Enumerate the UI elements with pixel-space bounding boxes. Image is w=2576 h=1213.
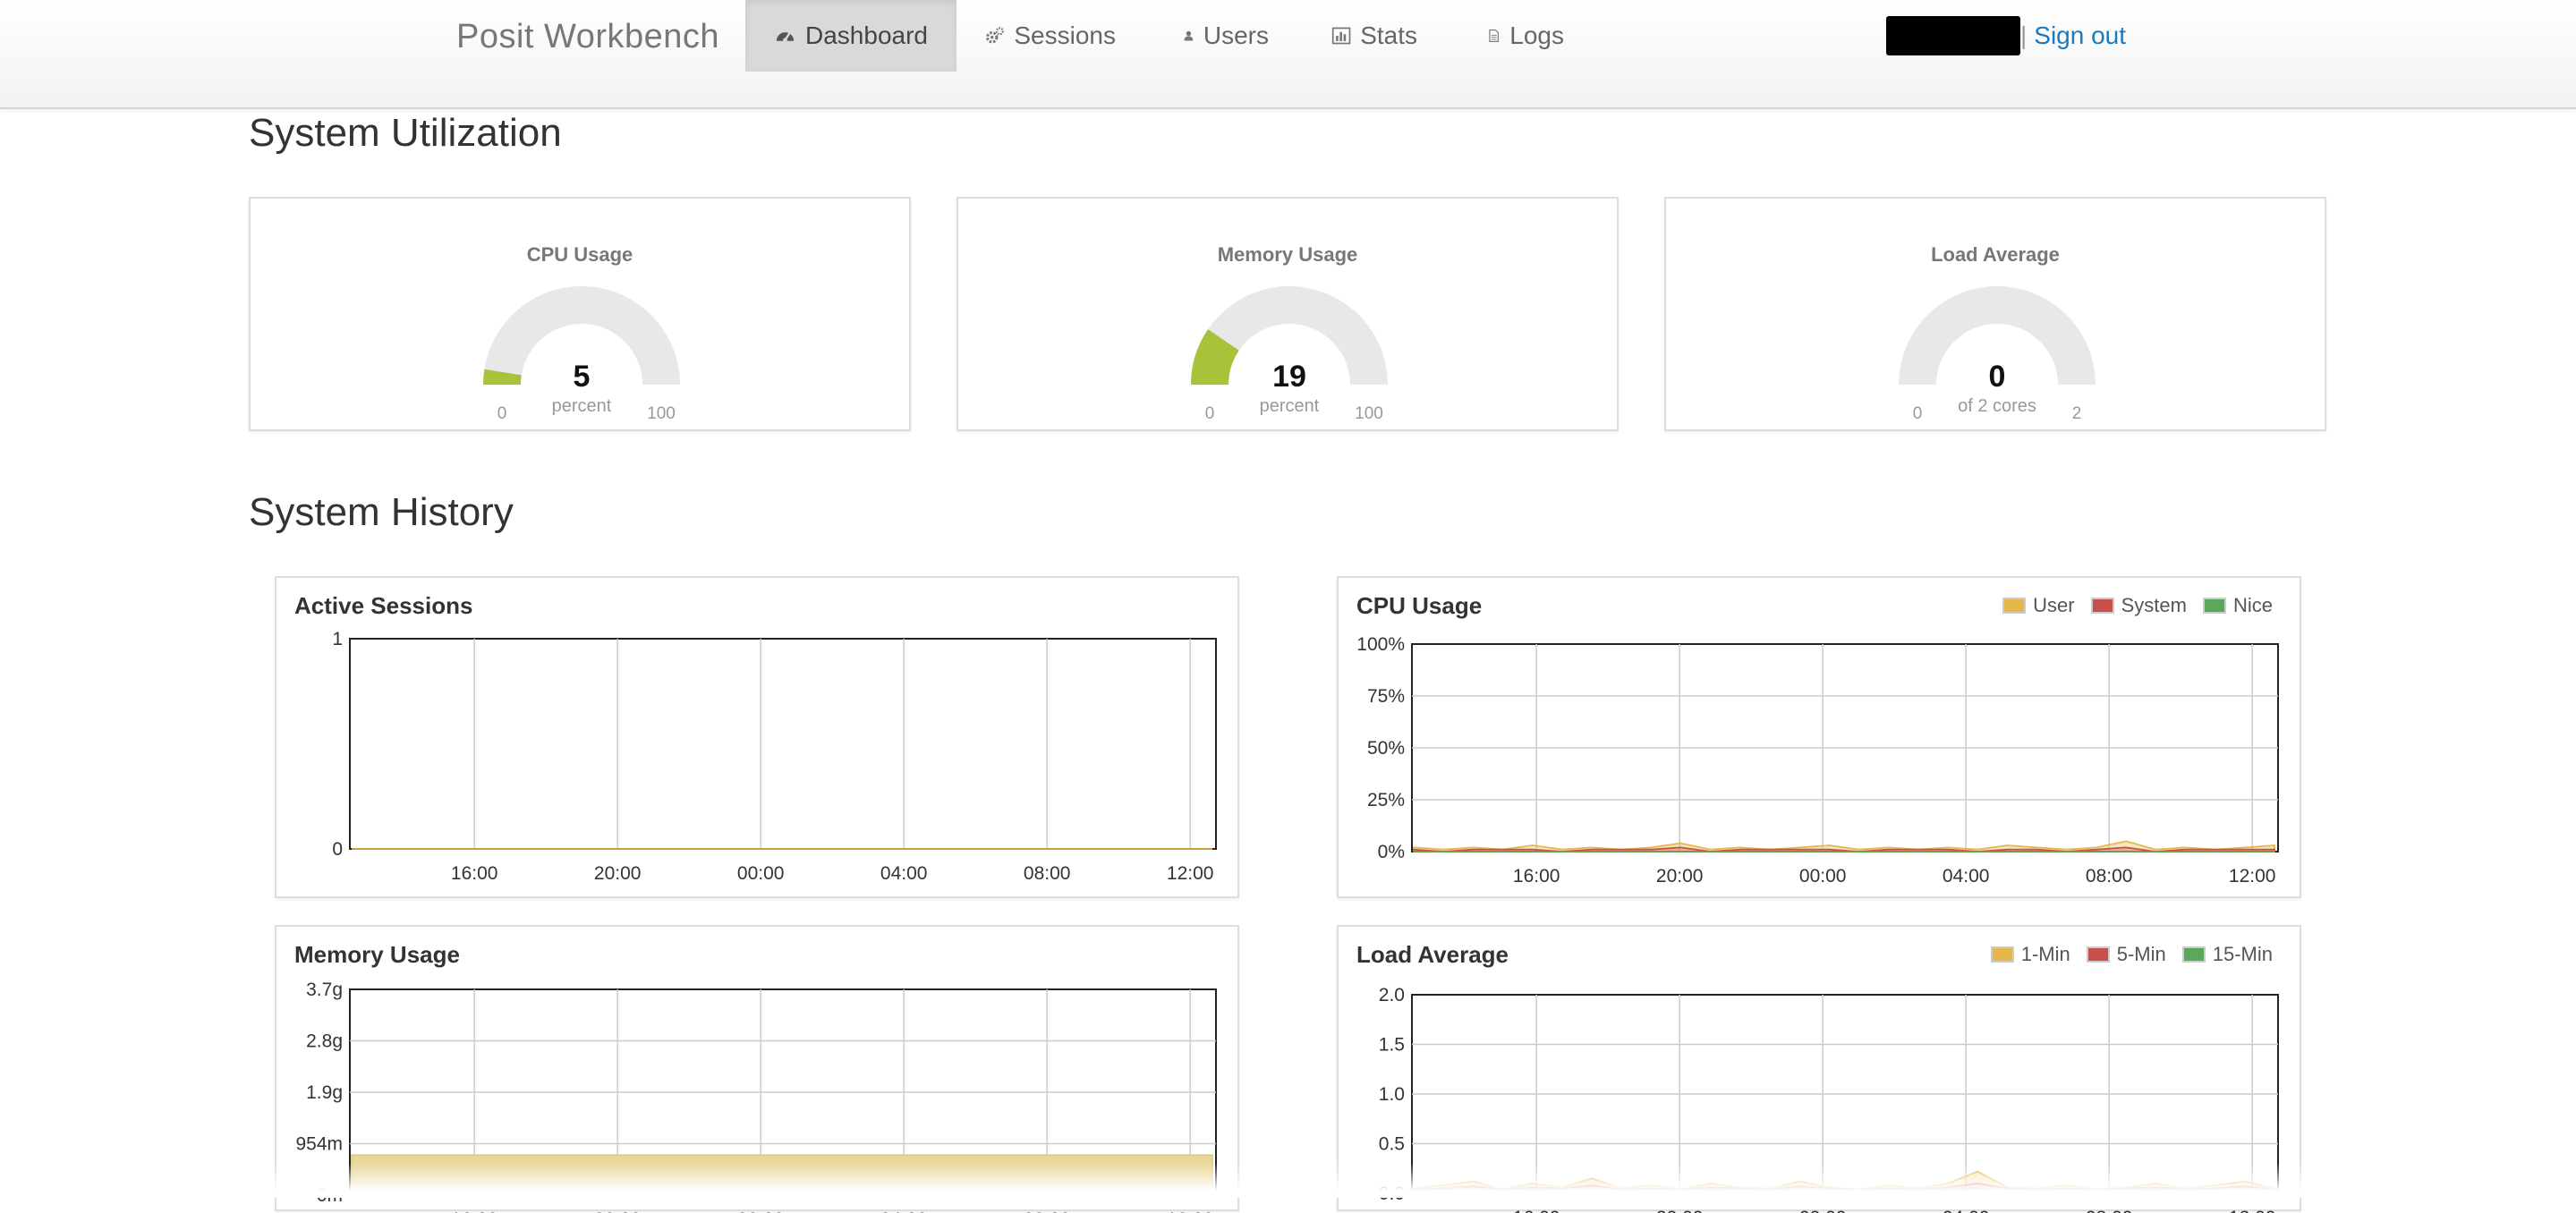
y-tick-label: 2.0	[1379, 985, 1405, 1005]
x-tick-label: 08:00	[1024, 863, 1071, 884]
signout-link[interactable]: Sign out	[2034, 21, 2126, 49]
gauge-max: 100	[1355, 404, 1383, 423]
gauge-min: 0	[1913, 404, 1923, 423]
x-tick-label: 04:00	[880, 1209, 928, 1213]
y-tick-label: 1.5	[1379, 1035, 1405, 1056]
chart-panel-active-sessions: Active Sessions 16:00 20:00 00:00 04:00 08:0…	[275, 576, 1239, 898]
y-tick-label: 2.8g	[306, 1031, 343, 1052]
x-tick-label: 04:00	[1943, 866, 1990, 886]
nav-dashboard[interactable]: Dashboard	[745, 0, 956, 72]
x-tick-label: 20:00	[594, 1209, 642, 1213]
gauge-value: 19	[1272, 360, 1306, 394]
gauge-max: 2	[2072, 404, 2082, 423]
chart-cpu-usage: 16:00 20:00 00:00 04:00 08:00 12:00 0% 25% 50% 75…	[1356, 634, 2279, 886]
nav-logs[interactable]: Logs	[1458, 0, 1593, 72]
bar-chart-icon	[1331, 27, 1351, 45]
y-tick-label: 1.9g	[306, 1082, 343, 1103]
section-title-utilization: System Utilization	[249, 111, 562, 155]
gauge-min: 0	[497, 404, 507, 423]
x-tick-label: 08:00	[2086, 866, 2133, 886]
nav-stats[interactable]: Stats	[1303, 0, 1446, 72]
brand-logo[interactable]: Posit Workbench	[456, 14, 719, 59]
x-tick-label: 16:00	[1513, 866, 1560, 886]
gauge-value: 0	[1989, 360, 2006, 394]
x-tick-label: 04:00	[880, 863, 928, 884]
section-title-history: System History	[249, 490, 514, 534]
gauge-unit: percent	[1260, 396, 1320, 416]
y-tick-label: 25%	[1367, 790, 1405, 810]
x-tick-label: 16:00	[451, 1209, 498, 1213]
redacted-username	[1886, 16, 2020, 55]
signout-separator: |	[2020, 21, 2028, 49]
gauge-load: 0of 2 cores0 2	[1899, 286, 2096, 423]
x-tick-label: 12:00	[2229, 1208, 2276, 1213]
x-tick-label: 00:00	[737, 1209, 785, 1213]
nav-stats-label: Stats	[1360, 21, 1417, 49]
top-navbar: Posit Workbench Dashboard Sessions Users	[0, 0, 2576, 109]
y-tick-label: 954m	[295, 1134, 343, 1155]
x-tick-label: 00:00	[1799, 1208, 1847, 1213]
y-tick-label: 0	[332, 839, 343, 860]
chart-panel-cpu-usage: CPU Usage User System Nice 16:00 20:00 00:…	[1337, 576, 2301, 898]
gauge-panel-load: Load Average 0 of 2 cores 0 2	[1664, 197, 2326, 431]
gauge-unit: percent	[552, 396, 612, 416]
gauge-value: 5	[574, 360, 591, 394]
nav-logs-label: Logs	[1509, 21, 1564, 49]
y-tick-label: 3.7g	[306, 980, 343, 1000]
y-tick-label: 75%	[1367, 686, 1405, 707]
nav-users[interactable]: Users	[1154, 0, 1297, 72]
nav-users-label: Users	[1203, 21, 1269, 49]
x-tick-label: 12:00	[1167, 1209, 1214, 1213]
x-tick-label: 16:00	[451, 863, 498, 884]
bottom-fade	[0, 1163, 2576, 1198]
nav-sessions-label: Sessions	[1014, 21, 1116, 49]
gauge-min: 0	[1205, 404, 1215, 423]
y-tick-label: 0.5	[1379, 1134, 1405, 1155]
x-tick-label: 20:00	[1656, 866, 1704, 886]
y-tick-label: 1.0	[1379, 1084, 1405, 1105]
gauge-max: 100	[647, 404, 676, 423]
gauge-unit: of 2 cores	[1958, 396, 2036, 416]
signout-area: | Sign out	[2020, 16, 2126, 55]
x-tick-label: 16:00	[1513, 1208, 1560, 1213]
user-icon	[1184, 30, 1194, 41]
x-tick-label: 20:00	[594, 863, 642, 884]
dashboard-icon	[776, 32, 795, 43]
gauge-cpu: 5percent 0 100	[483, 286, 680, 423]
nav-sessions[interactable]: Sessions	[956, 0, 1144, 72]
x-tick-label: 08:00	[1024, 1209, 1071, 1213]
gauge-panel-memory: Memory Usage 19 percent 0 100	[956, 197, 1619, 431]
x-tick-label: 08:00	[2086, 1208, 2133, 1213]
x-tick-label: 12:00	[1167, 863, 1214, 884]
x-tick-label: 00:00	[1799, 866, 1847, 886]
y-tick-label: 0%	[1378, 842, 1405, 862]
nav-dashboard-label: Dashboard	[805, 21, 928, 49]
chart-active-sessions: 16:00 20:00 00:00 04:00 08:00 12:00 0 1	[332, 629, 1217, 884]
gears-icon	[986, 27, 1004, 44]
x-tick-label: 12:00	[2229, 866, 2276, 886]
x-tick-label: 20:00	[1656, 1208, 1704, 1213]
plot-frame	[349, 638, 1217, 850]
file-icon	[1489, 29, 1499, 43]
x-tick-label: 00:00	[737, 863, 785, 884]
y-tick-label: 100%	[1356, 634, 1405, 655]
gauge-memory: 19percent 0 100	[1191, 286, 1388, 423]
gauge-panel-cpu: CPU Usage 5 percent 0 100	[249, 197, 911, 431]
y-tick-label: 1	[332, 629, 343, 649]
x-tick-label: 04:00	[1943, 1208, 1990, 1213]
y-tick-label: 50%	[1367, 738, 1405, 759]
